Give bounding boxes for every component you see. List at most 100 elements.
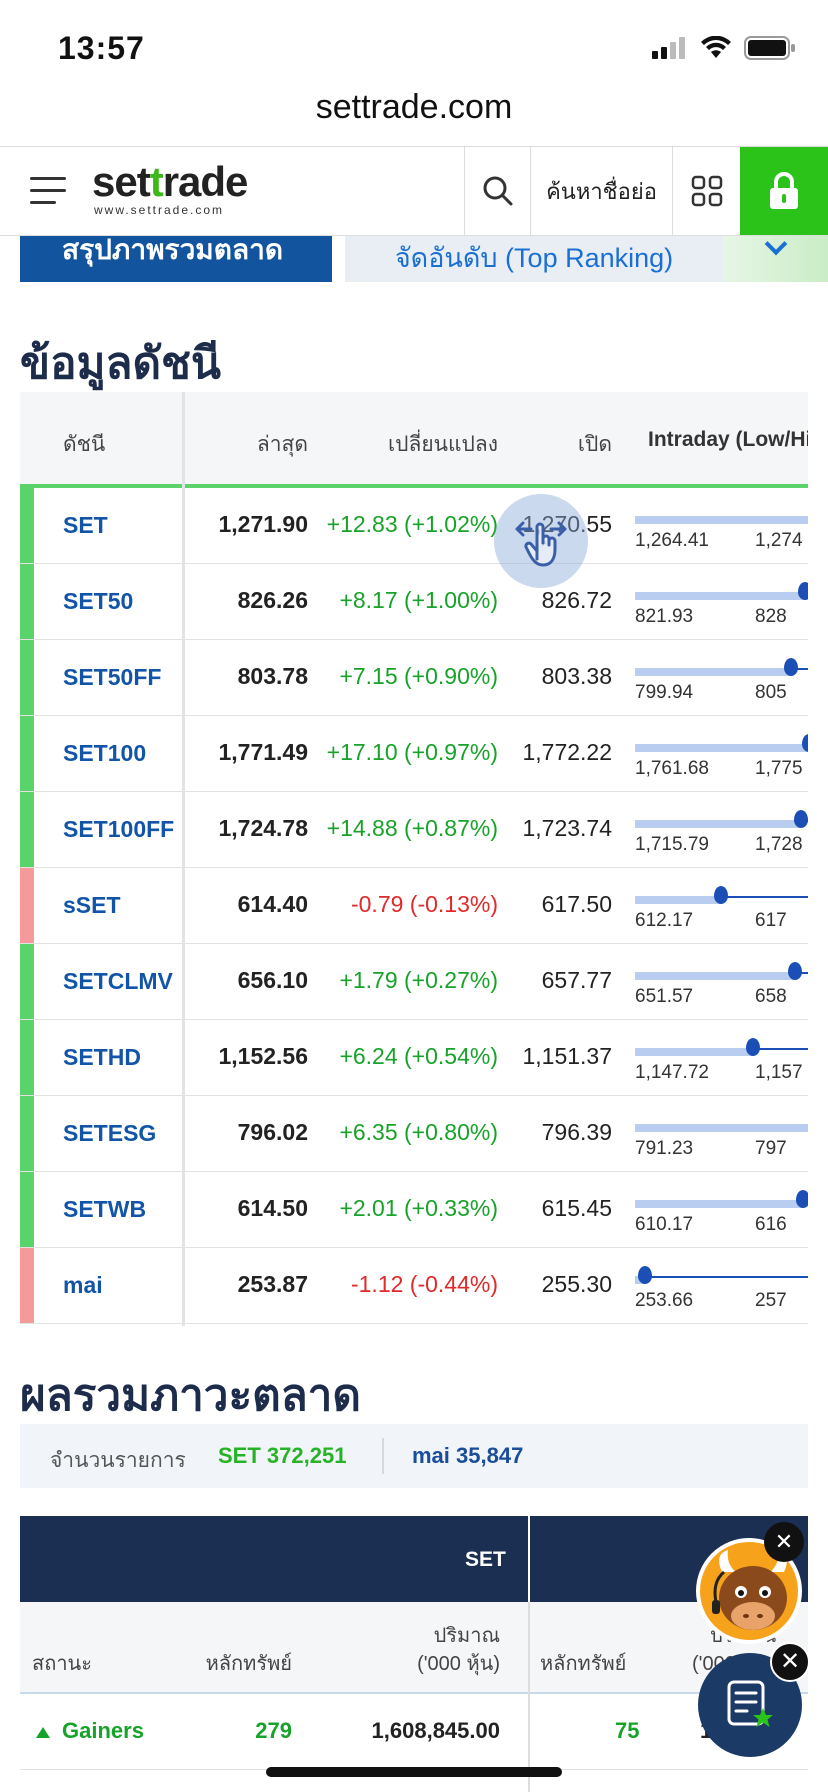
intraday-range: 1,761.68 1,775 (635, 734, 808, 779)
intraday-marker (796, 1190, 808, 1208)
index-last: 656.10 (237, 967, 308, 993)
index-open: 1,151.37 (522, 1043, 612, 1069)
index-last: 1,724.78 (218, 815, 308, 841)
index-name-link[interactable]: SET100FF (63, 816, 174, 843)
index-name-link[interactable]: SET50 (63, 588, 133, 615)
intraday-high: 257 (755, 1290, 787, 1311)
summary-group-set-label: SET (465, 1548, 506, 1571)
intraday-high: 805 (755, 682, 787, 703)
index-row-setclmv[interactable]: SETCLMV 656.10 +1.79 (+0.27%) 657.77 651.57 6… (20, 944, 808, 1020)
apps-grid-button[interactable] (672, 147, 740, 235)
index-last: 614.40 (237, 891, 308, 917)
logo-text-prefix: set (92, 158, 151, 205)
battery-icon (744, 36, 795, 60)
intraday-high: 828 (755, 606, 787, 627)
tab-market-overview[interactable]: สรุปภาพรวมตลาด (20, 236, 332, 282)
index-last: 803.78 (237, 663, 308, 689)
index-change: +12.83 (+1.02%) (326, 511, 498, 537)
login-button[interactable] (740, 147, 828, 235)
mai-transaction-count: mai 35,847 (412, 1443, 524, 1468)
trend-indicator-bar (20, 640, 34, 715)
summary-sub-divider (528, 1602, 530, 1694)
intraday-marker (746, 1038, 760, 1056)
trend-indicator-bar (20, 1096, 34, 1171)
tab-more-button[interactable] (723, 236, 828, 282)
index-row-set100[interactable]: SET100 1,771.49 +17.10 (+0.97%) 1,772.22 1,7… (20, 716, 808, 792)
summary-volume-gainers: 1,608,845.00 (371, 1718, 500, 1743)
index-last: 614.50 (237, 1195, 308, 1221)
touch-indicator (494, 494, 588, 588)
search-button[interactable] (464, 147, 530, 235)
summary-row-gainers[interactable]: Gainers 279 1,608,845.00 75 114, (20, 1694, 808, 1792)
page: 13:57 settrade.com settrade www.settrade… (0, 0, 828, 1792)
index-section-title: ข้อมูลดัชนี (20, 339, 221, 388)
intraday-range-line (635, 1276, 808, 1278)
settrade-logo[interactable]: settrade www.settrade.com (92, 158, 249, 218)
column-header-last[interactable]: ล่าสุด (257, 428, 308, 461)
intraday-range-fill (635, 668, 791, 676)
intraday-low: 1,761.68 (635, 758, 709, 779)
index-row-set50[interactable]: SET50 826.26 +8.17 (+1.00%) 826.72 821.93 828 (20, 564, 808, 640)
chevron-down-icon (764, 236, 788, 256)
intraday-marker (784, 658, 798, 676)
intraday-range-fill (635, 820, 801, 828)
index-name-link[interactable]: SETESG (63, 1120, 156, 1147)
intraday-high: 1,274 (755, 530, 803, 551)
intraday-range: 253.66 257 (635, 1266, 808, 1311)
index-open: 657.77 (541, 967, 612, 993)
logo-subtitle: www.settrade.com (94, 203, 225, 217)
hamburger-menu-icon[interactable] (30, 177, 66, 207)
index-change: +7.15 (+0.90%) (339, 663, 498, 689)
intraday-low: 610.17 (635, 1214, 694, 1235)
trend-indicator-bar (20, 1172, 34, 1247)
intraday-low: 612.17 (635, 910, 694, 931)
index-row-sethd[interactable]: SETHD 1,152.56 +6.24 (+0.54%) 1,151.37 1,147… (20, 1020, 808, 1096)
intraday-marker (802, 734, 808, 752)
summary-group-divider (528, 1516, 530, 1602)
intraday-range-fill (635, 592, 805, 600)
summary-col-status: สถานะ (32, 1653, 92, 1675)
status-icons (652, 36, 796, 60)
index-name-link[interactable]: SET (63, 512, 108, 539)
summary-table-subheader: สถานะ หลักทรัพย์ ปริมาณ ('000 หุ้น) หลัก… (20, 1602, 808, 1694)
symbol-search-button[interactable]: ค้นหาชื่อย่อ (530, 147, 672, 235)
index-row-setwb[interactable]: SETWB 614.50 +2.01 (+0.33%) 615.45 610.17 616 (20, 1172, 808, 1248)
column-header-intraday[interactable]: Intraday (Low/High) (648, 428, 808, 452)
logo-text-accent: t (149, 158, 164, 205)
trend-indicator-bar (20, 868, 34, 943)
intraday-high: 1,775 (755, 758, 803, 779)
index-row-setesg[interactable]: SETESG 796.02 +6.35 (+0.80%) 796.39 791.23 79… (20, 1096, 808, 1172)
summary-row-divider (528, 1694, 530, 1792)
intraday-high: 658 (755, 986, 787, 1007)
index-table-header: ดัชนี ล่าสุด เปลี่ยนแปลง เปิด Intraday (… (20, 392, 808, 488)
index-row-set50ff[interactable]: SET50FF 803.78 +7.15 (+0.90%) 803.38 799.94 8… (20, 640, 808, 716)
intraday-marker (638, 1266, 652, 1284)
index-name-link[interactable]: SETWB (63, 1196, 146, 1223)
intraday-low: 253.66 (635, 1290, 694, 1311)
intraday-low: 1,715.79 (635, 834, 709, 855)
index-name-link[interactable]: mai (63, 1272, 103, 1299)
column-header-index[interactable]: ดัชนี (63, 428, 105, 461)
index-row-mai[interactable]: mai 253.87 -1.12 (-0.44%) 255.30 253.66 257 (20, 1248, 808, 1324)
summary-status-gainers: Gainers (62, 1718, 144, 1743)
column-header-open[interactable]: เปิด (578, 428, 612, 461)
tab-top-ranking[interactable]: จัดอันดับ (Top Ranking) (345, 236, 723, 282)
column-header-change[interactable]: เปลี่ยนแปลง (388, 428, 498, 461)
menu-close-icon[interactable]: ✕ (770, 1642, 810, 1682)
browser-url[interactable]: settrade.com (0, 88, 828, 146)
index-name-link[interactable]: SETHD (63, 1044, 141, 1071)
index-row-set100ff[interactable]: SET100FF 1,724.78 +14.88 (+0.87%) 1,723.74 1… (20, 792, 808, 868)
index-row-set[interactable]: SET 1,271.90 +12.83 (+1.02%) 1,270.55 1,264.… (20, 488, 808, 564)
index-name-link[interactable]: SETCLMV (63, 968, 173, 995)
transaction-count-bar: จำนวนรายการ SET 372,251 mai 35,847 (20, 1424, 808, 1488)
intraday-high: 616 (755, 1214, 787, 1235)
index-name-link[interactable]: SET50FF (63, 664, 161, 691)
index-row-sset[interactable]: sSET 614.40 -0.79 (-0.13%) 617.50 612.17 617 (20, 868, 808, 944)
intraday-range: 610.17 616 (635, 1190, 808, 1235)
logo-text-suffix: rade (162, 158, 249, 205)
status-time: 13:57 (58, 30, 145, 66)
hand-pointer-icon (515, 521, 567, 567)
index-name-link[interactable]: SET100 (63, 740, 146, 767)
mascot-close-icon[interactable]: ✕ (764, 1522, 804, 1562)
index-name-link[interactable]: sSET (63, 892, 121, 919)
